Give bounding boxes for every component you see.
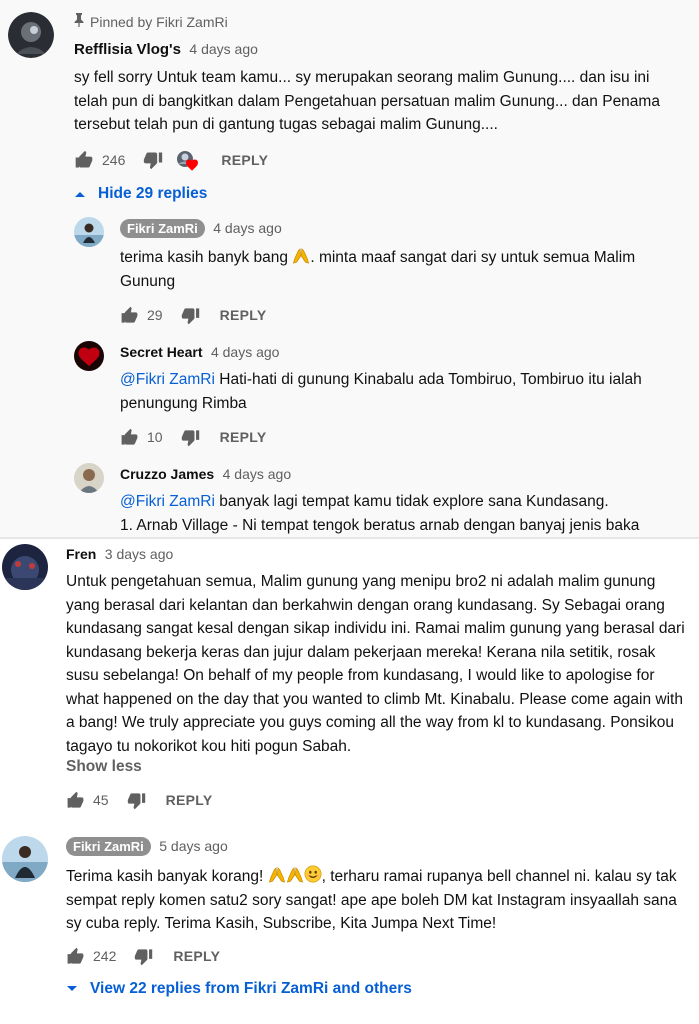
- like-count: 29: [147, 307, 163, 323]
- comment-header: Fren 3 days ago: [66, 546, 173, 564]
- creator-heart-icon: [175, 149, 199, 172]
- avatar-secret-heart[interactable]: [74, 341, 104, 371]
- comment-panel-top: Pinned by Fikri ZamRi Refflisia Vlog's 4…: [0, 0, 699, 537]
- hide-replies-button[interactable]: Hide 29 replies: [74, 185, 207, 203]
- reply-text: @Fikri ZamRi banyak lagi tempat kamu tid…: [120, 490, 680, 536]
- pinned-label: Pinned by Fikri ZamRi: [90, 13, 228, 30]
- avatar-fikri[interactable]: [2, 836, 48, 882]
- like-count: 246: [102, 152, 126, 168]
- reply-header: Cruzzo James 4 days ago: [120, 466, 291, 484]
- folded-hands-emoji: [292, 248, 310, 264]
- reply-text: @Fikri ZamRi Hati-hati di gunung Kinabal…: [120, 368, 680, 415]
- thumb-down-icon[interactable]: [143, 150, 163, 170]
- thumb-down-icon[interactable]: [181, 306, 200, 325]
- comment-actions: 246 REPLY: [74, 148, 268, 172]
- reply-header: Fikri ZamRi 4 days ago: [120, 219, 282, 238]
- comment-date[interactable]: 3 days ago: [105, 546, 174, 562]
- comment-date[interactable]: 4 days ago: [189, 41, 258, 57]
- show-less-button[interactable]: Show less: [66, 758, 142, 776]
- reply-text-part: 1. Arnab Village - Ni tempat tengok bera…: [120, 516, 640, 534]
- comment-header: Refflisia Vlog's 4 days ago: [74, 41, 258, 59]
- thumb-up-icon[interactable]: [120, 306, 139, 325]
- reply-actions: 29 REPLY: [120, 303, 266, 327]
- comment-author[interactable]: Fren: [66, 546, 96, 562]
- thumb-up-icon[interactable]: [74, 150, 94, 170]
- reply-actions: 10 REPLY: [120, 425, 266, 449]
- comment-panel-bottom: Fren 3 days ago Untuk pengetahuan semua,…: [0, 537, 699, 1024]
- comment-date[interactable]: 5 days ago: [159, 838, 228, 854]
- reply-button[interactable]: REPLY: [221, 152, 268, 168]
- reply-date[interactable]: 4 days ago: [211, 344, 280, 360]
- folded-hands-emoji: [268, 867, 286, 883]
- reply-author[interactable]: Cruzzo James: [120, 466, 214, 482]
- comment-author[interactable]: Refflisia Vlog's: [74, 41, 181, 58]
- pinned-indicator: Pinned by Fikri ZamRi: [74, 13, 228, 30]
- comment-text: Untuk pengetahuan semua, Malim gunung ya…: [66, 573, 685, 755]
- pin-icon: [74, 13, 84, 30]
- view-replies-label: View 22 replies from Fikri ZamRi and oth…: [90, 980, 412, 997]
- mention-link[interactable]: @Fikri ZamRi: [120, 493, 215, 510]
- comment-text-part: Terima kasih banyak korang!: [66, 868, 268, 885]
- thumb-down-icon[interactable]: [127, 791, 146, 810]
- smile-emoji: [304, 865, 322, 883]
- reply-date[interactable]: 4 days ago: [213, 220, 282, 236]
- thumb-up-icon[interactable]: [66, 947, 85, 966]
- reply-author[interactable]: Secret Heart: [120, 344, 203, 360]
- avatar-cruzzo[interactable]: [74, 463, 104, 493]
- thumb-down-icon[interactable]: [134, 947, 153, 966]
- avatar-refflisia[interactable]: [8, 12, 54, 58]
- like-count: 45: [93, 792, 109, 808]
- thumb-down-icon[interactable]: [181, 428, 200, 447]
- creator-chip[interactable]: Fikri ZamRi: [66, 837, 151, 856]
- chevron-up-icon: [75, 192, 85, 197]
- thumb-up-icon[interactable]: [120, 428, 139, 447]
- folded-hands-emoji: [286, 867, 304, 883]
- reply-button[interactable]: REPLY: [173, 948, 220, 964]
- like-count: 242: [93, 948, 117, 964]
- comment-text: Terima kasih banyak korang! , terharu ra…: [66, 865, 691, 936]
- reply-text: terima kasih banyk bang . minta maaf san…: [120, 246, 680, 293]
- avatar-fren[interactable]: [2, 544, 48, 590]
- comment-actions: 45 REPLY: [66, 788, 212, 812]
- comment-header: Fikri ZamRi 5 days ago: [66, 837, 228, 856]
- like-count: 10: [147, 429, 163, 445]
- reply-button[interactable]: REPLY: [166, 792, 213, 808]
- reply-button[interactable]: REPLY: [220, 307, 267, 323]
- hide-replies-label: Hide 29 replies: [98, 185, 208, 202]
- chevron-down-icon: [67, 986, 77, 991]
- reply-text-part: banyak lagi tempat kamu tidak explore sa…: [214, 493, 609, 510]
- reply-text-part: terima kasih banyk bang: [120, 249, 293, 266]
- thumb-up-icon[interactable]: [66, 791, 85, 810]
- avatar-fikri[interactable]: [74, 217, 104, 247]
- creator-chip[interactable]: Fikri ZamRi: [120, 219, 205, 238]
- reply-date[interactable]: 4 days ago: [223, 466, 292, 482]
- reply-header: Secret Heart 4 days ago: [120, 344, 279, 362]
- mention-link[interactable]: @Fikri ZamRi: [120, 371, 215, 388]
- comment-actions: 242 REPLY: [66, 944, 220, 968]
- comment-text: sy fell sorry Untuk team kamu... sy meru…: [74, 69, 660, 133]
- reply-button[interactable]: REPLY: [220, 429, 267, 445]
- view-replies-button[interactable]: View 22 replies from Fikri ZamRi and oth…: [66, 980, 412, 998]
